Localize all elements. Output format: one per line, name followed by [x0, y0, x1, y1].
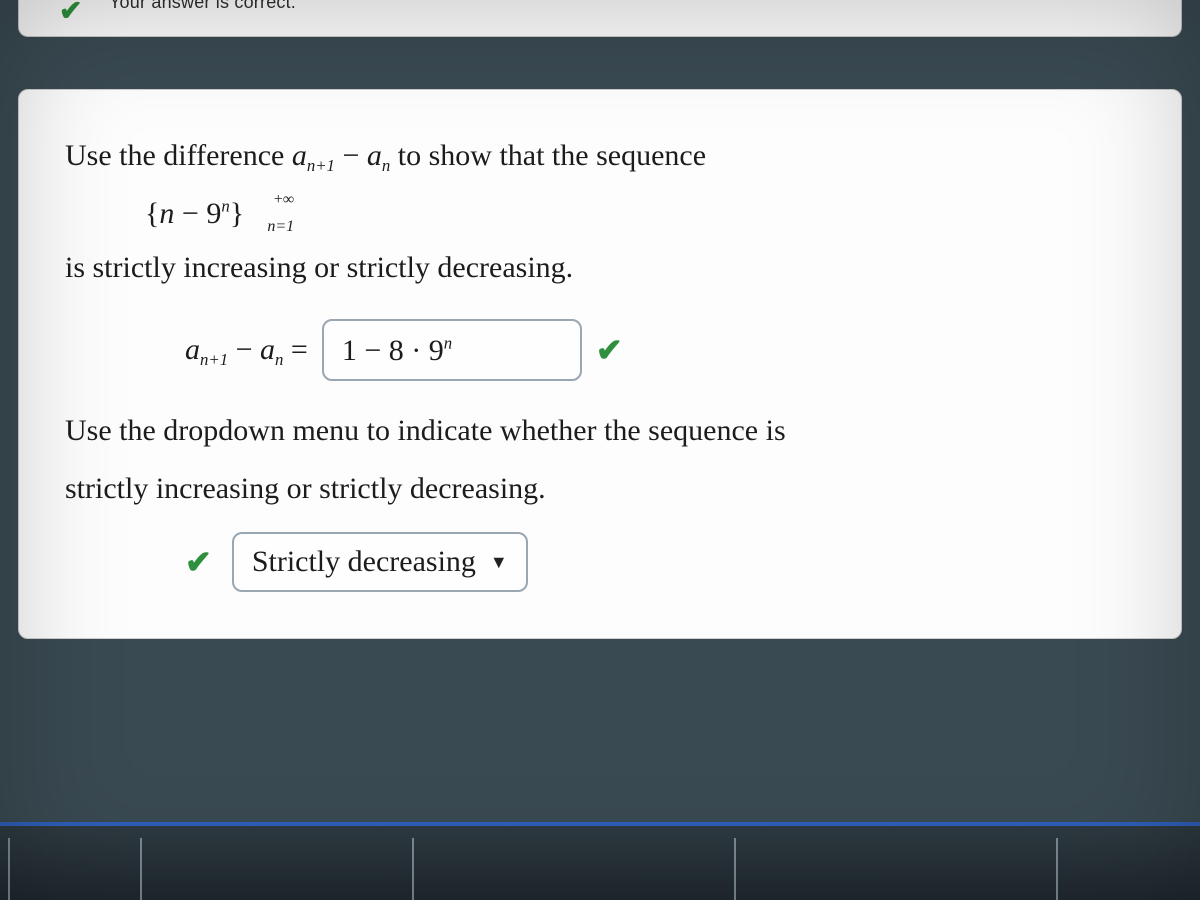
- lhs-minus: −: [228, 333, 260, 366]
- dropdown-selected-label: Strictly decreasing: [252, 540, 476, 584]
- sequence-display: {n − 9n} +∞ n=1: [145, 192, 1135, 236]
- monotonicity-dropdown[interactable]: Strictly decreasing ▼: [232, 532, 528, 592]
- difference-answer-input[interactable]: 1 − 8 · 9n: [322, 319, 582, 381]
- tab-segment[interactable]: [414, 838, 736, 900]
- answer-value: 1 − 8 · 9: [342, 334, 444, 367]
- prompt-line-1: Use the difference an+1 − an to show tha…: [65, 134, 1135, 178]
- sub-n: n: [382, 156, 390, 175]
- answer-value-exp: n: [444, 333, 452, 352]
- bottom-tab-strip: [0, 822, 1200, 900]
- prompt2-line-2: strictly increasing or strictly decreasi…: [65, 467, 1135, 511]
- check-icon: ✔: [59, 0, 82, 28]
- brace-close: }: [230, 197, 244, 230]
- limit-upper: +∞: [274, 188, 294, 211]
- sub-nplus1: n+1: [307, 156, 335, 175]
- seq-exp-n: n: [221, 197, 229, 216]
- tab-segment[interactable]: [142, 838, 414, 900]
- brace-open: {: [145, 197, 159, 230]
- tab-segment[interactable]: [8, 838, 142, 900]
- lhs-a2: a: [260, 333, 275, 366]
- minus-op: −: [335, 139, 367, 172]
- seq-minus: −: [174, 197, 206, 230]
- lhs-a: a: [185, 333, 200, 366]
- question-card: Use the difference an+1 − an to show tha…: [18, 89, 1182, 639]
- seq-n: n: [159, 197, 174, 230]
- lhs-sub1: n+1: [200, 350, 228, 369]
- answer-lhs: an+1 − an =: [185, 328, 308, 372]
- var-a: a: [292, 139, 307, 172]
- answer-row: an+1 − an = 1 − 8 · 9n ✔: [185, 319, 1135, 381]
- chevron-down-icon: ▼: [490, 549, 508, 575]
- prompt-suffix: to show that the sequence: [390, 139, 706, 172]
- prompt2-line-1: Use the dropdown menu to indicate whethe…: [65, 409, 1135, 453]
- prompt-prefix: Use the difference: [65, 139, 292, 172]
- correct-banner: ✔ Your answer is correct.: [18, 0, 1182, 37]
- banner-status-text: Your answer is correct.: [109, 0, 296, 13]
- var-a2: a: [367, 139, 382, 172]
- tab-segment[interactable]: [736, 838, 1058, 900]
- lhs-eq: =: [283, 333, 307, 366]
- limit-lower: n=1: [267, 215, 294, 238]
- prompt-line-2: is strictly increasing or strictly decre…: [65, 246, 1135, 290]
- check-icon: ✔: [596, 327, 623, 373]
- dropdown-row: ✔ Strictly decreasing ▼: [185, 532, 1135, 592]
- seq-9: 9: [206, 197, 221, 230]
- check-icon: ✔: [185, 539, 212, 585]
